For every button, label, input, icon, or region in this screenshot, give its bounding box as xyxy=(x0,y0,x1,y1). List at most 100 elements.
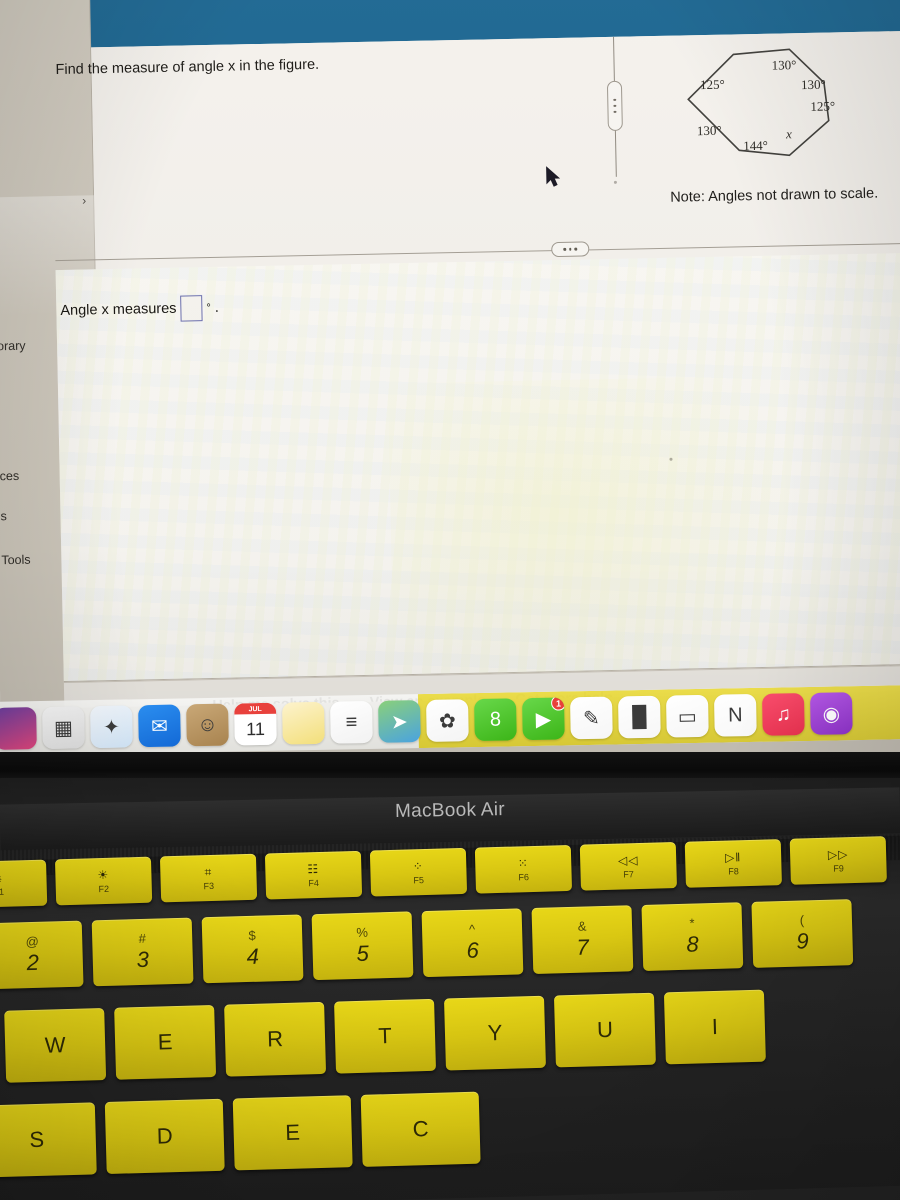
calendar-day-label: 11 xyxy=(234,714,277,746)
figure-panel-resize-handle[interactable] xyxy=(607,81,623,131)
keyboard-backlight-down-icon: ⁘ xyxy=(413,860,424,872)
facetime-glyph: ▶ xyxy=(535,706,551,731)
key-u[interactable]: U xyxy=(554,993,656,1068)
grip-dot xyxy=(614,105,617,108)
angle-label: 125° xyxy=(810,98,835,114)
podcasts-icon[interactable]: ◉ xyxy=(810,692,853,735)
key-5[interactable]: % 5 xyxy=(312,911,414,980)
key-label: C xyxy=(412,1117,429,1142)
key-d[interactable]: D xyxy=(105,1099,225,1174)
key-r[interactable]: R xyxy=(224,1002,326,1077)
pages-icon[interactable]: ✎ xyxy=(570,697,613,740)
music-glyph: ♫ xyxy=(776,703,791,726)
sidebar-item-label: s xyxy=(0,509,7,523)
key-w[interactable]: W xyxy=(4,1008,106,1083)
key-e[interactable]: E xyxy=(114,1005,216,1080)
pill-dot xyxy=(569,248,572,251)
siri-icon[interactable] xyxy=(0,707,37,750)
photos-icon[interactable]: ✿ xyxy=(426,699,469,742)
key-8[interactable]: * 8 xyxy=(641,902,743,971)
safari-icon[interactable]: ✦ xyxy=(90,705,133,748)
facetime-icon[interactable]: ▶ 1 xyxy=(522,697,565,740)
key-label: F4 xyxy=(308,877,319,887)
key-y[interactable]: Y xyxy=(444,996,546,1071)
key-f3[interactable]: ⌗ F3 xyxy=(160,854,257,903)
key-label: F8 xyxy=(728,866,739,876)
key-9[interactable]: (9 xyxy=(751,899,853,968)
numbers-glyph: █ xyxy=(632,705,647,728)
key-4[interactable]: $4 xyxy=(202,914,304,983)
key-c[interactable]: C xyxy=(361,1092,481,1167)
grip-dot xyxy=(614,111,617,114)
key-3[interactable]: #3 xyxy=(92,918,194,987)
key-f6[interactable]: ⁙ F6 xyxy=(475,845,572,894)
keyboard-row: SDE C xyxy=(0,1092,481,1178)
pill-dot xyxy=(574,248,577,251)
key-label: F5 xyxy=(413,875,424,885)
maps-glyph: ➤ xyxy=(391,709,408,734)
divider-collapse-handle[interactable] xyxy=(551,241,589,257)
key-label: F9 xyxy=(833,863,844,873)
heptagon-svg xyxy=(637,33,900,189)
angle-label: 130° xyxy=(801,77,826,93)
sidebar-item-label: Tools xyxy=(1,553,30,568)
reminders-icon[interactable]: ≡ xyxy=(330,701,373,744)
numbers-icon[interactable]: █ xyxy=(618,696,661,739)
launchpad-icon: ☷ xyxy=(307,862,319,874)
key-f7[interactable]: ◁◁ F7 xyxy=(580,842,677,891)
degree-symbol: ° xyxy=(206,302,211,314)
key-2[interactable]: @2 xyxy=(0,921,84,990)
key-shift-label: & xyxy=(578,920,587,934)
key-f9[interactable]: ▷▷ F9 xyxy=(790,836,887,885)
contacts-glyph: ☺ xyxy=(197,713,218,736)
calendar-icon[interactable]: JUL 11 xyxy=(234,703,277,746)
chevron-right-icon: › xyxy=(82,193,86,207)
key-shift-label: % xyxy=(356,926,368,940)
mail-icon[interactable]: ✉ xyxy=(138,704,181,747)
key-label: 4 xyxy=(246,944,259,969)
key-label: U xyxy=(597,1018,614,1043)
answer-prompt-label: Angle x measures xyxy=(60,301,176,319)
photos-glyph: ✿ xyxy=(439,708,456,733)
key-label: 9 xyxy=(796,929,809,954)
answer-input[interactable] xyxy=(180,295,203,321)
notes-icon[interactable] xyxy=(282,702,325,745)
angle-label: 125° xyxy=(700,77,725,93)
news-icon[interactable]: N xyxy=(714,694,757,737)
keynote-icon[interactable]: ▭ xyxy=(666,695,709,738)
notification-badge: 1 xyxy=(551,697,565,710)
key-i[interactable]: I xyxy=(664,990,766,1065)
fast-forward-icon: ▷▷ xyxy=(828,848,849,861)
key-7[interactable]: & 7 xyxy=(532,905,634,974)
rewind-icon: ◁◁ xyxy=(618,854,639,867)
play-pause-icon: ▷‖ xyxy=(725,851,742,863)
messages-icon[interactable]: ὞8 xyxy=(474,698,517,741)
angle-label: 144° xyxy=(743,138,768,154)
brightness-up-icon: ☀ xyxy=(97,868,109,880)
key-f1[interactable]: ☼ F1 xyxy=(0,860,47,909)
key-6[interactable]: ^ 6 xyxy=(422,908,524,977)
angle-label-unknown: x xyxy=(786,126,792,142)
key-t[interactable]: T xyxy=(334,999,436,1074)
laptop-keyboard[interactable]: ☼ F1 ☀ F2 ⌗ F3 ☷ F4 ⁘ F5 ⁙ F6 ◁◁ F7 ▷‖ F8 ▷▷ F9 @2 #3 $4% 5 ^ 6… xyxy=(0,834,900,1200)
key-shift-label: ( xyxy=(800,914,805,928)
key-s[interactable]: S xyxy=(0,1102,97,1177)
heptagon-figure: 125° 130° 130° 125° x 144° 130° Note: Angles n… xyxy=(637,33,900,219)
key-f2[interactable]: ☀ F2 xyxy=(55,857,152,906)
keynote-glyph: ▭ xyxy=(678,704,697,729)
sidebar-item-0[interactable]: › xyxy=(0,187,94,215)
maps-icon[interactable]: ➤ xyxy=(378,700,421,743)
key-label: Y xyxy=(487,1021,502,1046)
angle-label: 130° xyxy=(697,123,722,139)
key-e[interactable]: E xyxy=(233,1095,353,1170)
dust-speck xyxy=(669,458,672,461)
key-f8[interactable]: ▷‖ F8 xyxy=(685,839,782,888)
launchpad-icon[interactable]: ▦ xyxy=(42,706,85,749)
key-shift-label: # xyxy=(138,932,146,946)
music-icon[interactable]: ♫ xyxy=(762,693,805,736)
contacts-icon[interactable]: ☺ xyxy=(186,704,229,747)
key-f5[interactable]: ⁘ F5 xyxy=(370,848,467,897)
keyboard-backlight-up-icon: ⁙ xyxy=(518,857,529,869)
key-label: I xyxy=(712,1015,719,1039)
key-f4[interactable]: ☷ F4 xyxy=(265,851,362,900)
